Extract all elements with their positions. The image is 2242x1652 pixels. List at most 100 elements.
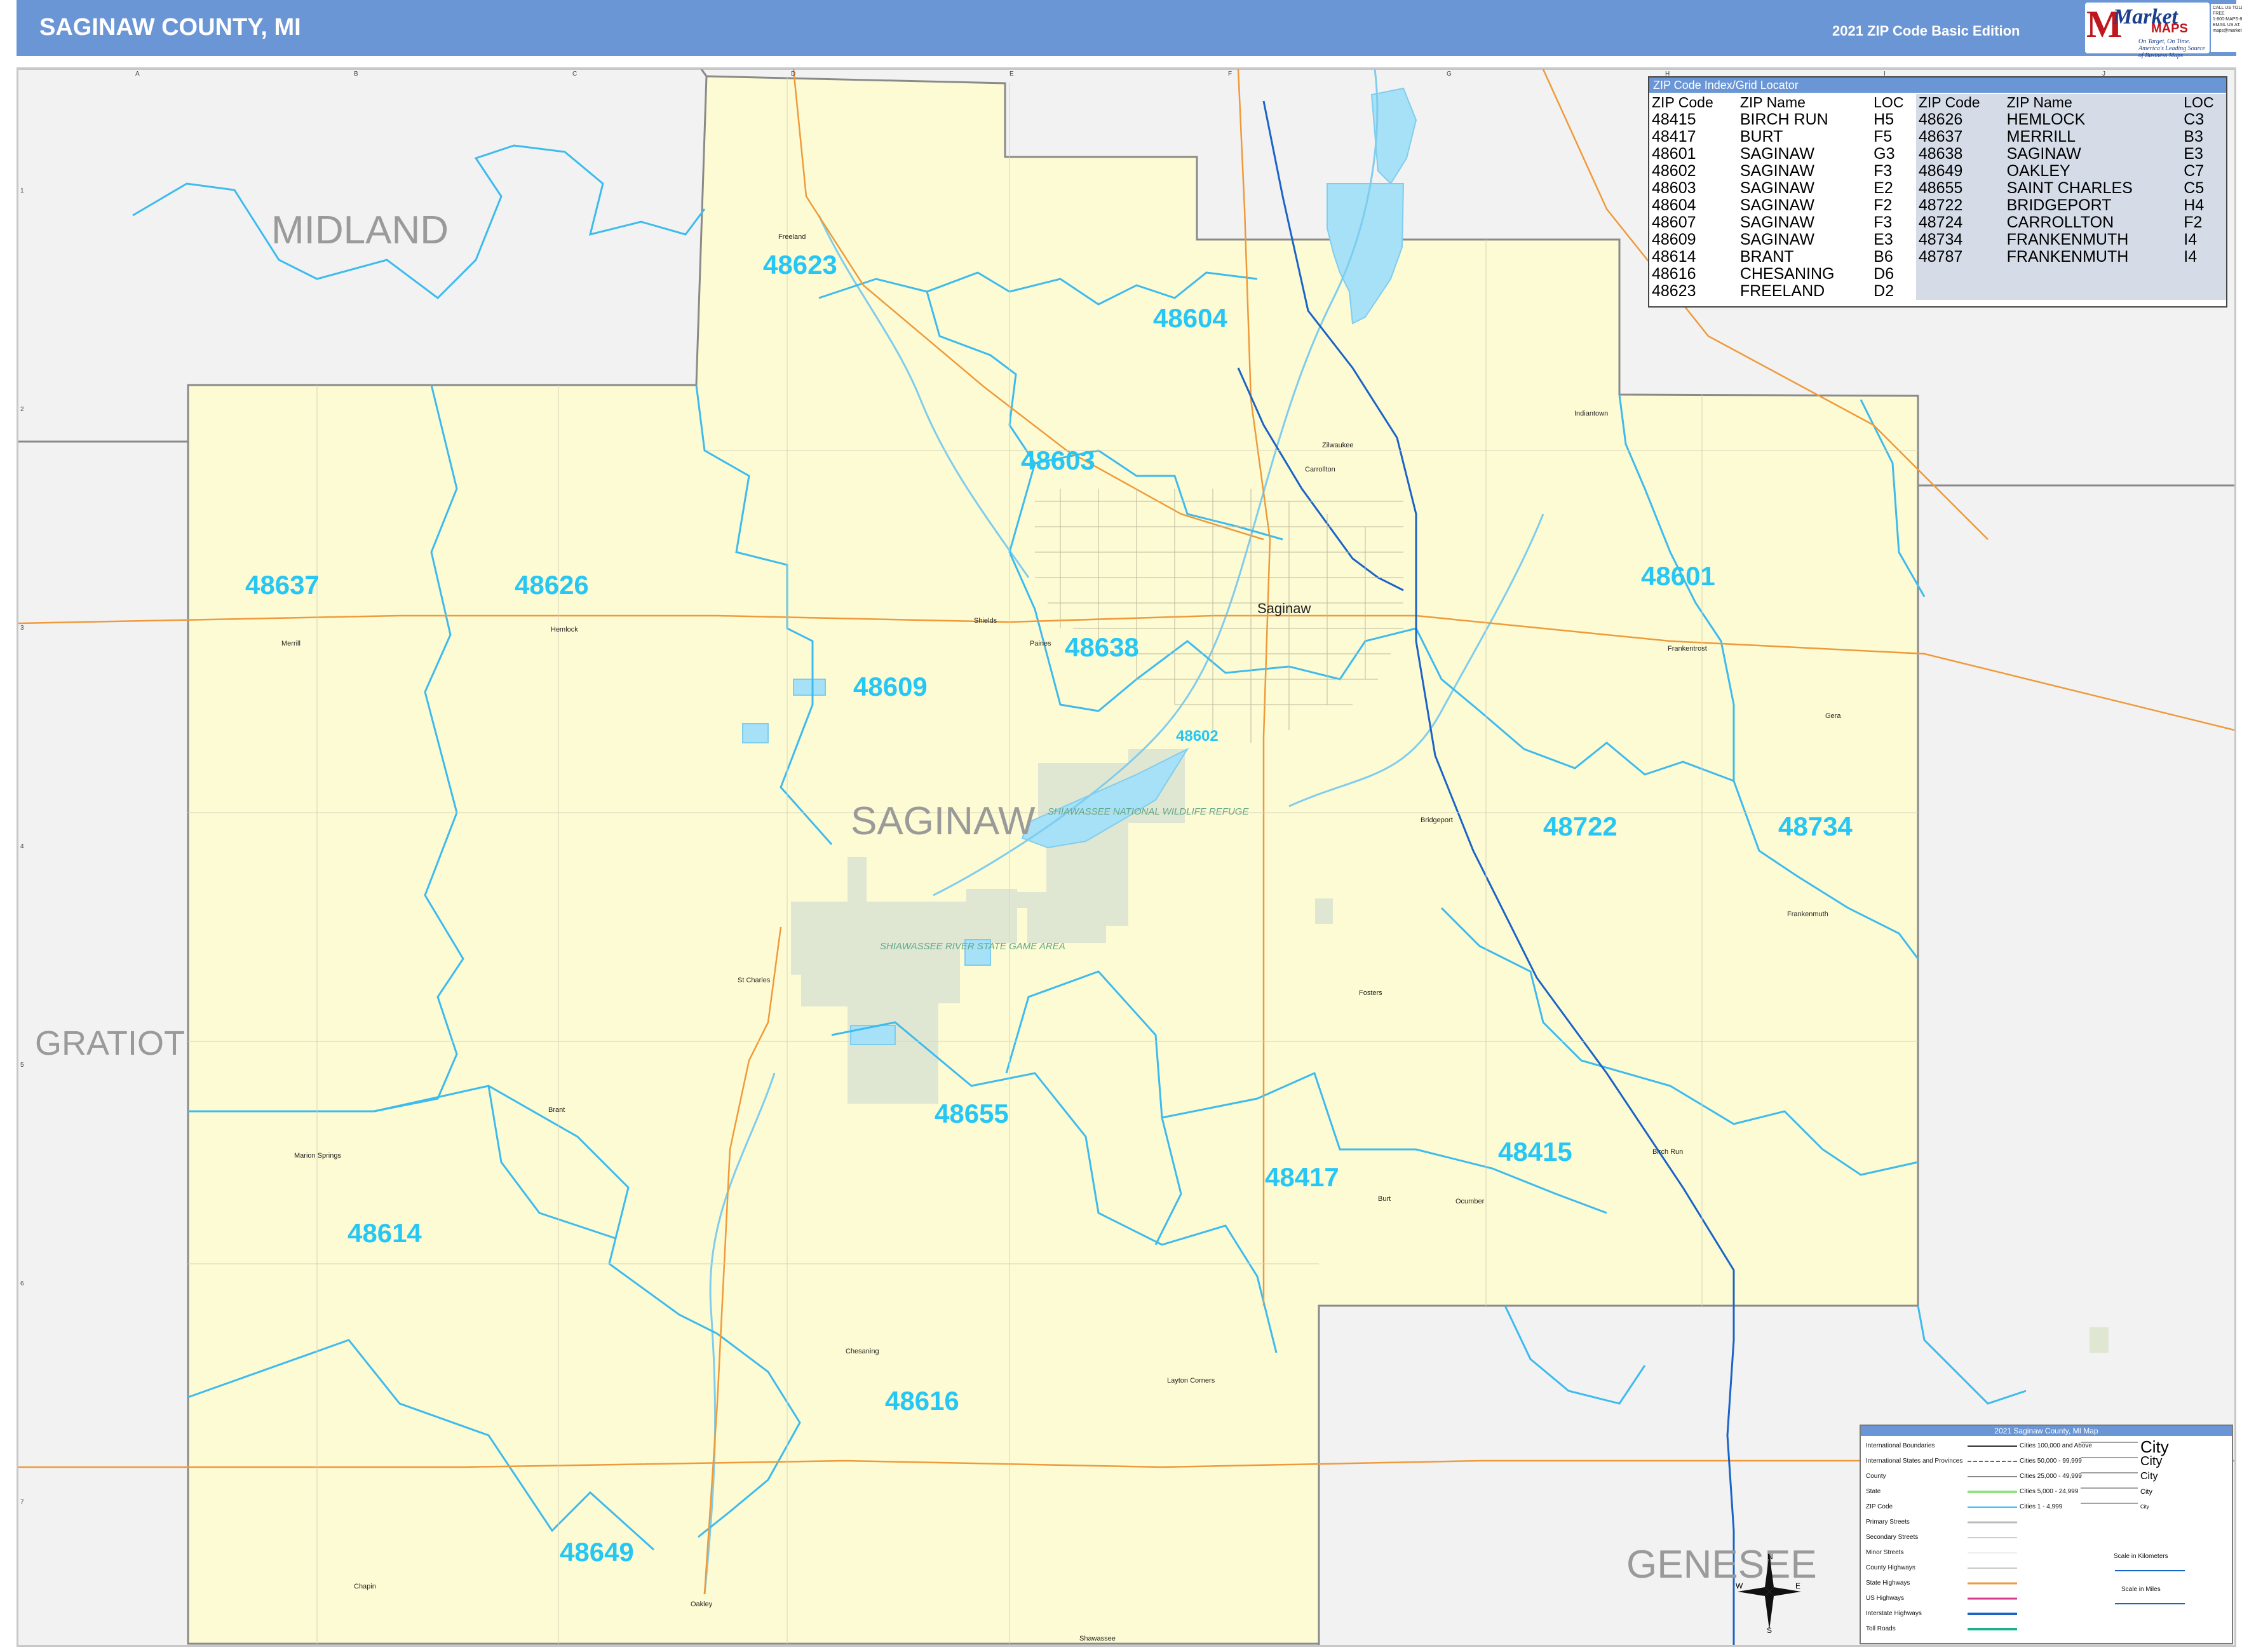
grid-col-label: B — [354, 71, 358, 78]
table-cell: B3 — [2181, 128, 2226, 146]
table-cell: F3 — [1874, 213, 1893, 231]
grid-row-label: 5 — [20, 1062, 24, 1069]
table-cell: F2 — [2181, 214, 2226, 231]
place-label: Hemlock — [551, 626, 578, 633]
contact-line: 1-800-MAPS-877 — [2213, 17, 2242, 22]
table-cell: I4 — [2181, 248, 2226, 266]
grid-col-label: C — [572, 71, 577, 78]
place-label: Saginaw — [1257, 600, 1311, 616]
table-cell: 48724 — [1915, 214, 2004, 231]
place-label: Brant — [548, 1106, 565, 1114]
table-cell: 48649 — [1915, 163, 2004, 180]
place-label: Chapin — [354, 1583, 376, 1590]
county-label-midland: MIDLAND — [271, 208, 449, 252]
table-row: 48607 SAGINAW F3 48724 CARROLLTON F2 — [1649, 214, 2226, 231]
table-cell: SAINT CHARLES — [2004, 180, 2182, 197]
zip-label: 48417 — [1265, 1162, 1339, 1192]
logo-tagline: On Target, On Time. America's Leading So… — [2138, 38, 2206, 59]
zip-label: 48601 — [1641, 561, 1715, 591]
place-label: Zilwaukee — [1322, 442, 1354, 449]
title-bar: SAGINAW COUNTY, MI 2021 ZIP Code Basic E… — [17, 0, 2242, 59]
place-label: Indiantown — [1574, 410, 1609, 417]
place-label: Frankenmuth — [1787, 911, 1828, 918]
table-row: 48609 SAGINAW E3 48734 FRANKENMUTH I4 — [1649, 231, 2226, 248]
place-label: Shields — [974, 617, 997, 625]
grid-row-label: 2 — [20, 406, 24, 413]
table-row: 48415 BIRCH RUN H5 48626 HEMLOCK C3 — [1649, 111, 2226, 128]
grid-row-label: 1 — [20, 187, 24, 194]
table-cell: BURT — [1739, 128, 1783, 146]
table-cell: 48655 — [1915, 180, 2004, 197]
zip-label: 48602 — [1176, 728, 1219, 745]
table-cell: SAGINAW — [1739, 213, 1814, 231]
table-cell: CHESANING — [1739, 265, 1835, 283]
place-label: Ocumber — [1455, 1198, 1485, 1205]
zip-label: 48609 — [853, 672, 928, 701]
grid-col-label: F — [1228, 71, 1232, 78]
map-title: SAGINAW COUNTY, MI — [39, 14, 301, 41]
grid-row-label: 4 — [20, 843, 24, 850]
place-label: Bridgeport — [1421, 816, 1453, 824]
table-cell: FRANKENMUTH — [2004, 231, 2182, 248]
table-cell: 48638 — [1915, 146, 2004, 163]
park-label-state-game-area: SHIAWASSEE RIVER STATE GAME AREA — [880, 941, 1065, 952]
zip-label: 48603 — [1021, 445, 1095, 475]
table-cell: MERRILL — [2004, 128, 2182, 146]
table-cell: SAGINAW — [1739, 196, 1814, 214]
table-cell — [2004, 283, 2182, 300]
grid-row-label: 6 — [20, 1280, 24, 1287]
zip-index-header-row: ZIP Code ZIP Name LOC ZIP Code ZIP Name LOC — [1649, 94, 2226, 111]
table-cell: FREELAND — [1739, 282, 1825, 300]
table-cell — [2181, 283, 2226, 300]
table-cell: OAKLEY — [2004, 163, 2182, 180]
place-label: Birch Run — [1652, 1148, 1684, 1156]
county-label-gratiot: GRATIOT — [35, 1024, 185, 1062]
place-label: Frankentrost — [1668, 645, 1707, 653]
park-label-shiawassee-refuge: SHIAWASSEE NATIONAL WILDLIFE REFUGE — [1048, 806, 1249, 817]
place-label: Fosters — [1359, 989, 1382, 997]
table-cell: E3 — [2181, 146, 2226, 163]
grid-row-label: 3 — [20, 625, 24, 632]
grid-col-label: D — [791, 71, 796, 78]
market-maps-logo: M Market MAPS On Target, On Time. Americ… — [2085, 3, 2210, 59]
compass-rose-icon: N S E W — [1736, 1552, 1801, 1633]
table-cell — [1915, 283, 2004, 300]
compass-e: E — [1795, 1581, 1800, 1590]
county-label-saginaw: SAGINAW — [851, 799, 1036, 843]
place-label: Oakley — [691, 1601, 713, 1608]
zip-label: 48614 — [348, 1218, 422, 1248]
table-row: 48601 SAGINAW G3 48638 SAGINAW E3 — [1649, 146, 2226, 163]
table-cell: BRIDGEPORT — [2004, 197, 2182, 214]
table-cell: 48603 — [1652, 179, 1696, 197]
zip-label: 48722 — [1543, 811, 1617, 841]
table-cell — [1915, 266, 2004, 283]
place-label: Paines — [1030, 640, 1051, 647]
zip-index-table: ZIP Code ZIP Name LOC ZIP Code ZIP Name LOC 48… — [1649, 94, 2226, 300]
table-cell: G3 — [1874, 145, 1895, 163]
contact-line: EMAIL US AT: — [2213, 23, 2241, 27]
zip-index-title: ZIP Code Index/Grid Locator — [1649, 78, 2226, 93]
zip-label: 48637 — [245, 570, 320, 600]
scale-mi-label: Scale in Miles — [2121, 1586, 2161, 1593]
place-label: Chesaning — [846, 1348, 879, 1355]
table-cell: 48417 — [1652, 128, 1696, 146]
table-row: 48417 BURT F5 48637 MERRILL B3 — [1649, 128, 2226, 146]
place-label: Merrill — [281, 640, 301, 647]
table-cell: SAGINAW — [1739, 145, 1814, 163]
table-cell: D6 — [1874, 265, 1894, 283]
scale-km-label: Scale in Kilometers — [2114, 1553, 2168, 1560]
compass-s: S — [1767, 1626, 1772, 1633]
zip-label: 48655 — [935, 1099, 1009, 1128]
table-row: 48614 BRANT B6 48787 FRANKENMUTH I4 — [1649, 248, 2226, 266]
zip-label: 48649 — [560, 1537, 634, 1567]
table-cell: 48626 — [1915, 111, 2004, 128]
table-cell: I4 — [2181, 231, 2226, 248]
table-cell: 48601 — [1652, 145, 1696, 163]
place-label: Carrollton — [1305, 466, 1335, 473]
table-cell: D2 — [1874, 282, 1894, 300]
zip-label: 48415 — [1498, 1137, 1572, 1167]
table-cell: 48604 — [1652, 196, 1696, 214]
place-label: St Charles — [738, 977, 771, 984]
zip-index-panel: ZIP Code Index/Grid Locator ZIP Code ZIP … — [1648, 76, 2227, 308]
table-cell: BRANT — [1739, 248, 1794, 266]
